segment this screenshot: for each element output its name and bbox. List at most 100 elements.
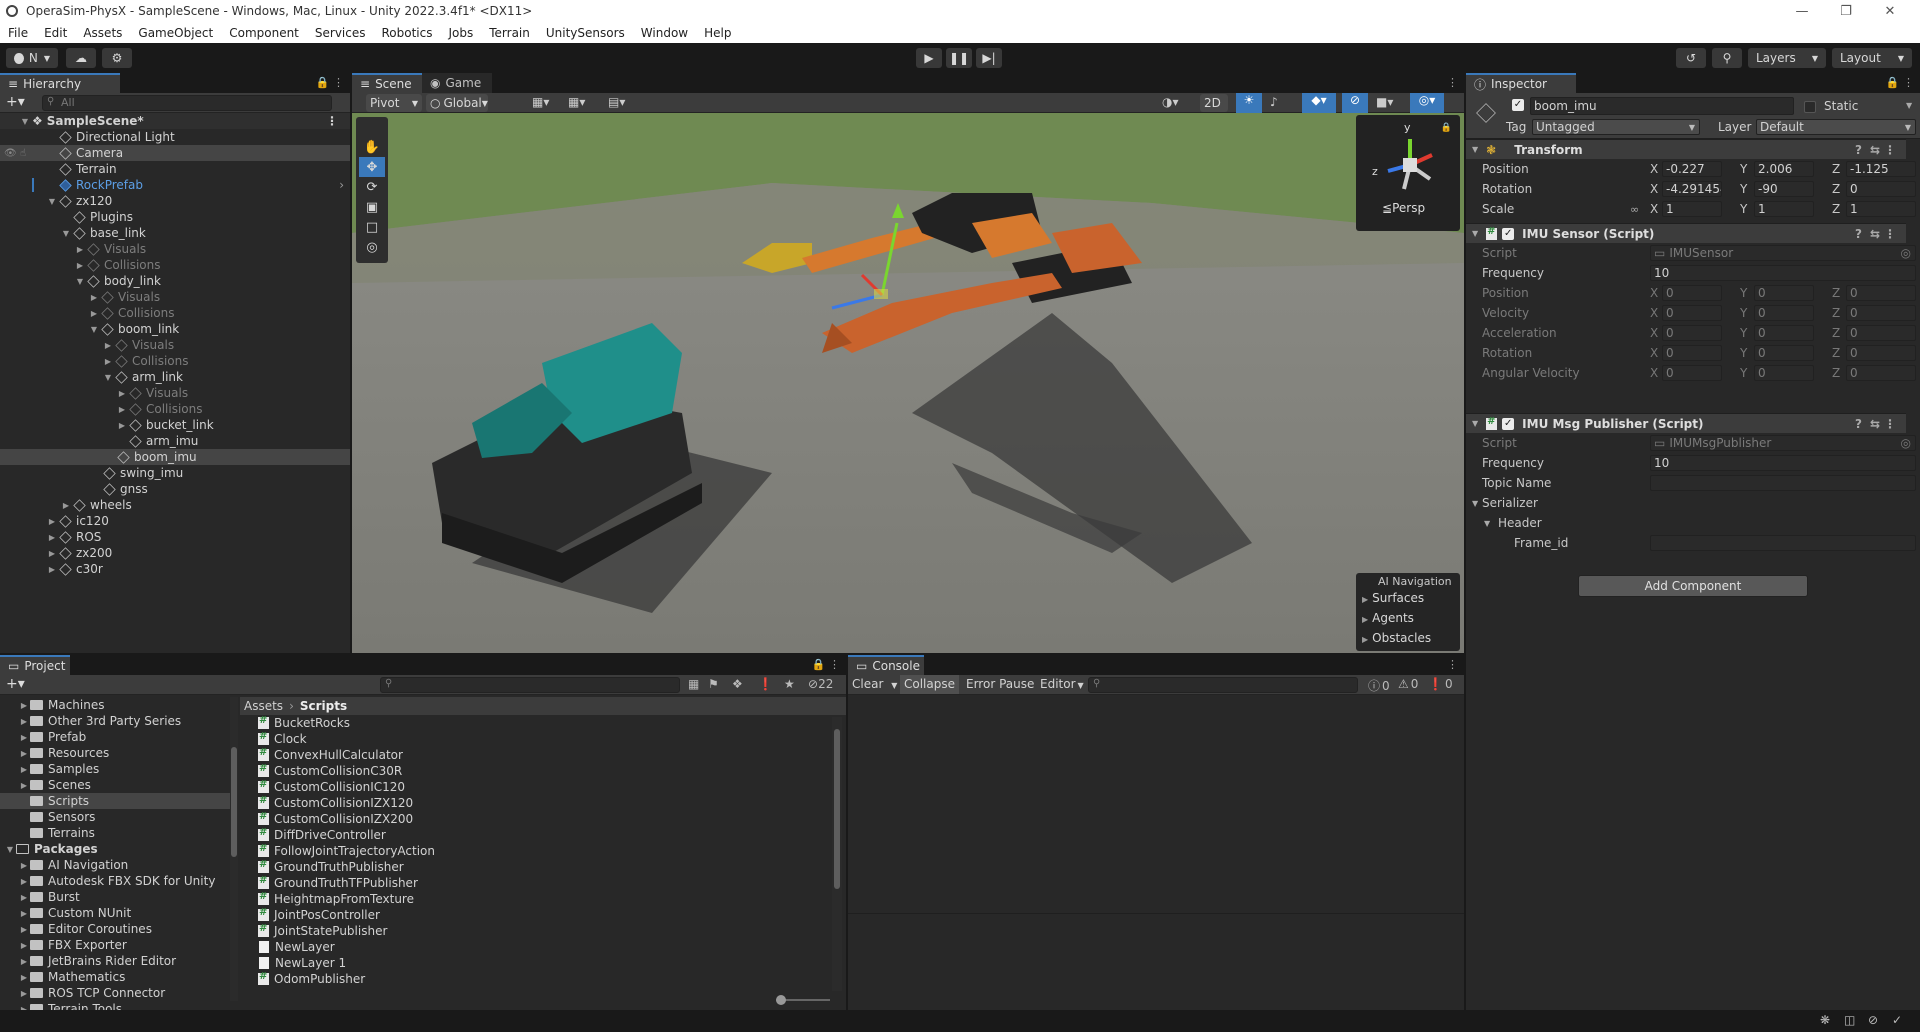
- cache-icon[interactable]: ◫: [1844, 1013, 1855, 1027]
- expand-arrow-icon[interactable]: ▼: [102, 373, 114, 382]
- tree-row[interactable]: ▶ Collisions: [0, 305, 350, 321]
- scrollbar-thumb[interactable]: [231, 747, 237, 857]
- file-item[interactable]: FollowJointTrajectoryAction: [258, 843, 435, 859]
- breadcrumb-scripts[interactable]: Scripts: [300, 699, 347, 713]
- console-search-input[interactable]: ⚲: [1088, 677, 1358, 693]
- preset-icon[interactable]: ⇆: [1870, 417, 1880, 431]
- minimize-button[interactable]: —: [1780, 0, 1824, 22]
- expand-arrow-icon[interactable]: ▶: [88, 309, 100, 318]
- expand-arrow-icon[interactable]: ▼: [0, 117, 28, 126]
- preset-icon[interactable]: ⇆: [1870, 143, 1880, 157]
- file-item[interactable]: JointPosController: [258, 907, 380, 923]
- imu-publisher-header[interactable]: ▼ ✓ IMU Msg Publisher (Script) ? ⇆ ⋮: [1466, 413, 1906, 433]
- rect-tool[interactable]: □: [359, 217, 385, 237]
- chevron-right-icon[interactable]: ›: [339, 178, 344, 192]
- tree-row[interactable]: ▼ arm_link: [0, 369, 350, 385]
- expand-arrow-icon[interactable]: ▶: [18, 717, 30, 726]
- editor-dropdown[interactable]: Editor ▼: [1040, 677, 1084, 691]
- file-item[interactable]: CustomCollisionIZX120: [258, 795, 413, 811]
- preset-icon[interactable]: ⇆: [1870, 227, 1880, 241]
- warning-filter-button[interactable]: ⚠ 0: [1398, 677, 1418, 691]
- add-component-button[interactable]: Add Component: [1578, 575, 1808, 597]
- folder-tree-item[interactable]: ▶ JetBrains Rider Editor: [0, 953, 230, 969]
- tab-console[interactable]: ▭ Console: [848, 655, 924, 675]
- tree-row[interactable]: gnss: [0, 481, 350, 497]
- frame-id-input[interactable]: [1650, 535, 1916, 551]
- expand-arrow-icon[interactable]: ▶: [18, 749, 30, 758]
- file-item[interactable]: DiffDriveController: [258, 827, 386, 843]
- folder-tree-item[interactable]: Terrains: [0, 825, 230, 841]
- help-icon[interactable]: ?: [1855, 417, 1862, 431]
- file-item[interactable]: CustomCollisionIC120: [258, 779, 405, 795]
- add-icon[interactable]: +▾: [6, 94, 25, 110]
- script-object-field[interactable]: ▭ IMUMsgPublisher ◎: [1650, 435, 1916, 451]
- scene-viewport[interactable]: ✋ ✥ ⟳ ▣ □ ◎ y z 🔒 ≦Persp AI Navigation ▶…: [352, 113, 1464, 653]
- panel-menu-icon[interactable]: ⋮: [1447, 76, 1458, 89]
- console-detail-area[interactable]: [848, 913, 1464, 1010]
- target-icon[interactable]: ◎: [1901, 246, 1911, 260]
- expand-arrow-icon[interactable]: ▶: [116, 389, 128, 398]
- expand-arrow-icon[interactable]: ▶: [46, 533, 58, 542]
- tree-row[interactable]: ▼ body_link: [0, 273, 350, 289]
- menu-gameobject[interactable]: GameObject: [130, 26, 221, 40]
- file-item[interactable]: CustomCollisionIZX200: [258, 811, 413, 827]
- folder-tree-item[interactable]: ▶ Burst: [0, 889, 230, 905]
- menu-terrain[interactable]: Terrain: [481, 26, 538, 40]
- expand-arrow-icon[interactable]: ▶: [18, 973, 30, 982]
- tree-row[interactable]: ▶ Visuals: [0, 385, 350, 401]
- menu-edit[interactable]: Edit: [36, 26, 75, 40]
- frequency-input[interactable]: 10: [1650, 455, 1916, 471]
- folder-tree-item[interactable]: ▶ Prefab: [0, 729, 230, 745]
- menu-assets[interactable]: Assets: [75, 26, 130, 40]
- folder-tree-item[interactable]: ▶ Terrain Tools: [0, 1001, 230, 1010]
- bug-icon[interactable]: ❋: [1820, 1013, 1830, 1027]
- effects-icon[interactable]: ◆▾: [1302, 93, 1336, 113]
- more-icon[interactable]: ⋮: [1884, 417, 1896, 431]
- folder-tree-item[interactable]: ▶ Samples: [0, 761, 230, 777]
- help-icon[interactable]: ?: [1855, 143, 1862, 157]
- close-button[interactable]: ✕: [1868, 0, 1912, 22]
- expand-arrow-icon[interactable]: ▶: [74, 245, 86, 254]
- hand-tool[interactable]: ✋: [359, 137, 385, 157]
- tree-row[interactable]: Terrain: [0, 161, 350, 177]
- expand-arrow-icon[interactable]: ▶: [46, 549, 58, 558]
- debug-icon[interactable]: ⊘: [1868, 1013, 1878, 1027]
- expand-arrow-icon[interactable]: ▶: [18, 957, 30, 966]
- favorite-icon[interactable]: ★: [784, 677, 795, 691]
- expand-arrow-icon[interactable]: ▶: [18, 925, 30, 934]
- tree-row[interactable]: ▶ ic120: [0, 513, 350, 529]
- file-item[interactable]: OdomPublisher: [258, 971, 365, 987]
- file-item[interactable]: GroundTruthTFPublisher: [258, 875, 418, 891]
- gizmos-icon[interactable]: ◎▾: [1410, 93, 1444, 113]
- expand-arrow-icon[interactable]: ▼: [60, 229, 72, 238]
- toggle-2d-button[interactable]: 2D: [1200, 94, 1228, 112]
- clear-button[interactable]: Clear ▼: [852, 677, 897, 691]
- rotation-y-field[interactable]: -90: [1754, 181, 1814, 197]
- tree-row[interactable]: ▶ Collisions: [0, 401, 350, 417]
- file-item[interactable]: BucketRocks: [258, 715, 350, 731]
- file-item[interactable]: GroundTruthPublisher: [258, 859, 404, 875]
- rotation-z-field[interactable]: 0: [1846, 181, 1916, 197]
- folder-tree-item[interactable]: ▶ Custom NUnit: [0, 905, 230, 921]
- folder-tree-item[interactable]: Sensors: [0, 809, 230, 825]
- menu-jobs[interactable]: Jobs: [441, 26, 482, 40]
- menu-file[interactable]: File: [0, 26, 36, 40]
- folder-tree-item[interactable]: ▶ AI Navigation: [0, 857, 230, 873]
- tree-row[interactable]: ▶ wheels: [0, 497, 350, 513]
- expand-arrow-icon[interactable]: ▶: [18, 877, 30, 886]
- tree-row[interactable]: ▶ Visuals: [0, 289, 350, 305]
- file-item[interactable]: NewLayer 1: [258, 955, 346, 971]
- draw-mode-icon[interactable]: ◑▾: [1162, 95, 1179, 109]
- tree-row[interactable]: ▶ Visuals: [0, 337, 350, 353]
- audio-icon[interactable]: ♪: [1270, 95, 1278, 109]
- account-dropdown[interactable]: N ▼: [6, 48, 58, 68]
- file-item[interactable]: NewLayer: [258, 939, 335, 955]
- expand-arrow-icon[interactable]: ▼: [88, 325, 100, 334]
- folder-tree-item[interactable]: ▶ Mathematics: [0, 969, 230, 985]
- expand-arrow-icon[interactable]: ▶: [46, 517, 58, 526]
- history-button[interactable]: ↺: [1676, 48, 1706, 68]
- tree-row[interactable]: ▶ bucket_link: [0, 417, 350, 433]
- panel-menu-icon[interactable]: 🔒 ⋮: [316, 76, 344, 89]
- folder-tree-scrollbar[interactable]: [230, 697, 238, 1001]
- topic-name-input[interactable]: [1650, 475, 1916, 491]
